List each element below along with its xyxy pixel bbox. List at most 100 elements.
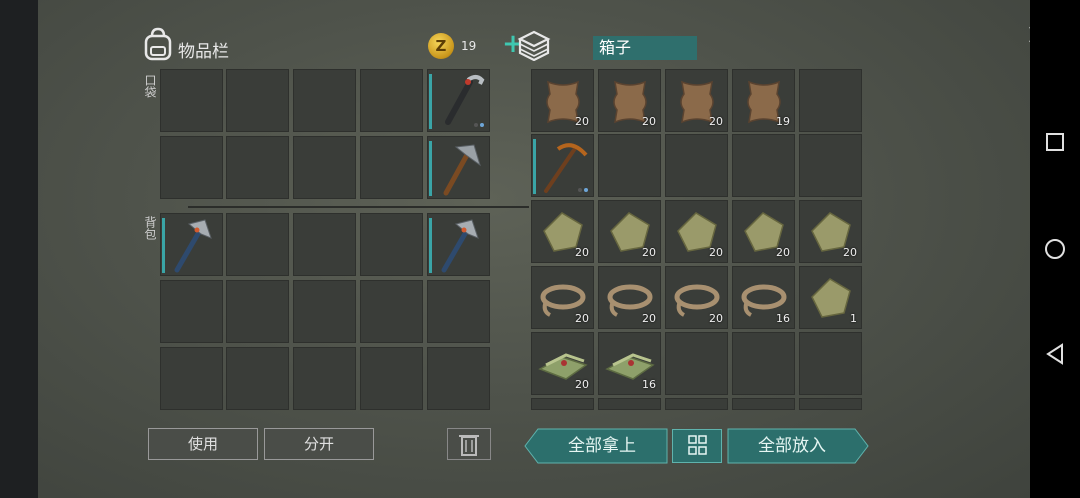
sort-icon <box>688 435 707 455</box>
backpack-slot[interactable] <box>226 280 289 343</box>
hatchet-icon <box>441 219 479 273</box>
backpack-slot[interactable] <box>160 280 223 343</box>
backpack-slot[interactable] <box>160 347 223 410</box>
triangle-back-icon <box>1046 343 1063 365</box>
chest-slot[interactable] <box>799 134 862 197</box>
chest-slot-hide[interactable]: 19 <box>732 69 795 132</box>
chest-title: 箱子 <box>593 36 697 60</box>
chest-slot-hide[interactable]: 20 <box>598 69 661 132</box>
chest-slot-hide[interactable]: 20 <box>531 69 594 132</box>
chest-slot[interactable] <box>665 134 728 197</box>
quality-dots <box>578 188 588 192</box>
item-count: 1 <box>850 312 857 325</box>
backpack-slot[interactable] <box>427 347 490 410</box>
coin-count: 19 <box>461 39 477 53</box>
trash-icon <box>459 435 479 456</box>
item-count: 16 <box>776 312 790 325</box>
chest-slot-rope[interactable]: 20 <box>531 266 594 329</box>
item-count: 20 <box>642 246 656 259</box>
system-navigation-bar <box>1030 0 1080 498</box>
backpack-slot[interactable] <box>293 347 356 410</box>
square-icon <box>1046 133 1064 151</box>
item-count: 19 <box>776 115 790 128</box>
chest-slot[interactable] <box>732 398 795 410</box>
item-count: 20 <box>709 312 723 325</box>
backpack-slot[interactable] <box>360 213 423 276</box>
item-count: 20 <box>575 312 589 325</box>
pocket-slot[interactable] <box>293 136 356 199</box>
backpack-icon <box>144 27 172 61</box>
backpack-label: 背包 <box>143 216 157 240</box>
pocket-slot[interactable] <box>226 69 289 132</box>
backpack-slot[interactable] <box>360 347 423 410</box>
inventory-title: 物品栏 <box>178 42 229 62</box>
backpack-slot[interactable] <box>226 213 289 276</box>
item-count: 20 <box>776 246 790 259</box>
take-all-button[interactable]: 全部拿上 <box>538 429 666 463</box>
pocket-slot[interactable] <box>160 136 223 199</box>
item-count: 16 <box>642 378 656 391</box>
pocket-slot[interactable] <box>293 69 356 132</box>
backpack-slot[interactable] <box>360 280 423 343</box>
chest-slot[interactable] <box>799 398 862 410</box>
chest-slot-rope[interactable]: 16 <box>732 266 795 329</box>
chest-slot-bandage[interactable]: 16 <box>598 332 661 395</box>
chest-slot[interactable] <box>598 398 661 410</box>
pocket-slot[interactable] <box>360 69 423 132</box>
item-count: 20 <box>843 246 857 259</box>
chest-slot[interactable] <box>598 134 661 197</box>
recents-button[interactable] <box>1030 122 1080 162</box>
coin-icon: Z <box>428 33 454 59</box>
backpack-slot[interactable] <box>427 280 490 343</box>
chest-slot-cloth[interactable]: 20 <box>665 200 728 263</box>
chest-slot[interactable] <box>531 398 594 410</box>
chest-slot-cloth[interactable]: 20 <box>531 200 594 263</box>
chest-slot-rope[interactable]: 20 <box>665 266 728 329</box>
backpack-slot[interactable] <box>226 347 289 410</box>
chest-slot[interactable] <box>665 332 728 395</box>
backpack-slot[interactable] <box>293 280 356 343</box>
trash-button[interactable] <box>447 428 491 460</box>
chest-slot[interactable] <box>732 134 795 197</box>
item-count: 20 <box>709 115 723 128</box>
chest-slot[interactable] <box>732 332 795 395</box>
hatchet-icon <box>174 219 212 273</box>
item-count: 20 <box>642 115 656 128</box>
chest-slot-rope[interactable]: 20 <box>598 266 661 329</box>
pocket-label: 口袋 <box>143 74 157 98</box>
pocket-slot-crowbar[interactable] <box>427 69 490 132</box>
chest-slot-pickaxe[interactable] <box>531 134 594 197</box>
use-button[interactable]: 使用 <box>148 428 258 460</box>
home-button[interactable] <box>1030 229 1080 269</box>
chest-slot-cloth[interactable]: 20 <box>732 200 795 263</box>
back-button[interactable] <box>1030 334 1080 374</box>
item-count: 20 <box>642 312 656 325</box>
item-count: 20 <box>709 246 723 259</box>
pocket-slot[interactable] <box>160 69 223 132</box>
chest-slot-cloth[interactable]: 20 <box>799 200 862 263</box>
chest-slot-hide[interactable]: 20 <box>665 69 728 132</box>
chest-slot[interactable] <box>665 398 728 410</box>
game-screen: 物品栏 Z 19 + 箱子 × 关闭 口袋 背包 <box>38 0 1050 498</box>
circle-icon <box>1045 239 1065 259</box>
split-button[interactable]: 分开 <box>264 428 374 460</box>
backpack-slot-hatchet[interactable] <box>160 213 223 276</box>
pocket-slot[interactable] <box>360 136 423 199</box>
section-divider <box>188 206 529 208</box>
quality-dots <box>474 123 484 127</box>
pocket-slot-shovel[interactable] <box>427 136 490 199</box>
pickaxe-icon <box>443 144 481 196</box>
backpack-slot-hatchet[interactable] <box>427 213 490 276</box>
item-count: 20 <box>575 115 589 128</box>
pocket-slot[interactable] <box>226 136 289 199</box>
chest-slot-cloth[interactable]: 20 <box>598 200 661 263</box>
sort-button[interactable] <box>672 429 722 463</box>
chest-slot[interactable] <box>799 69 862 132</box>
item-count: 20 <box>575 246 589 259</box>
chest-slot-bandage[interactable]: 20 <box>531 332 594 395</box>
put-all-button[interactable]: 全部放入 <box>728 429 856 463</box>
chest-slot[interactable] <box>799 332 862 395</box>
backpack-slot[interactable] <box>293 213 356 276</box>
chest-icon <box>517 30 551 61</box>
chest-slot-cloth[interactable]: 1 <box>799 266 862 329</box>
